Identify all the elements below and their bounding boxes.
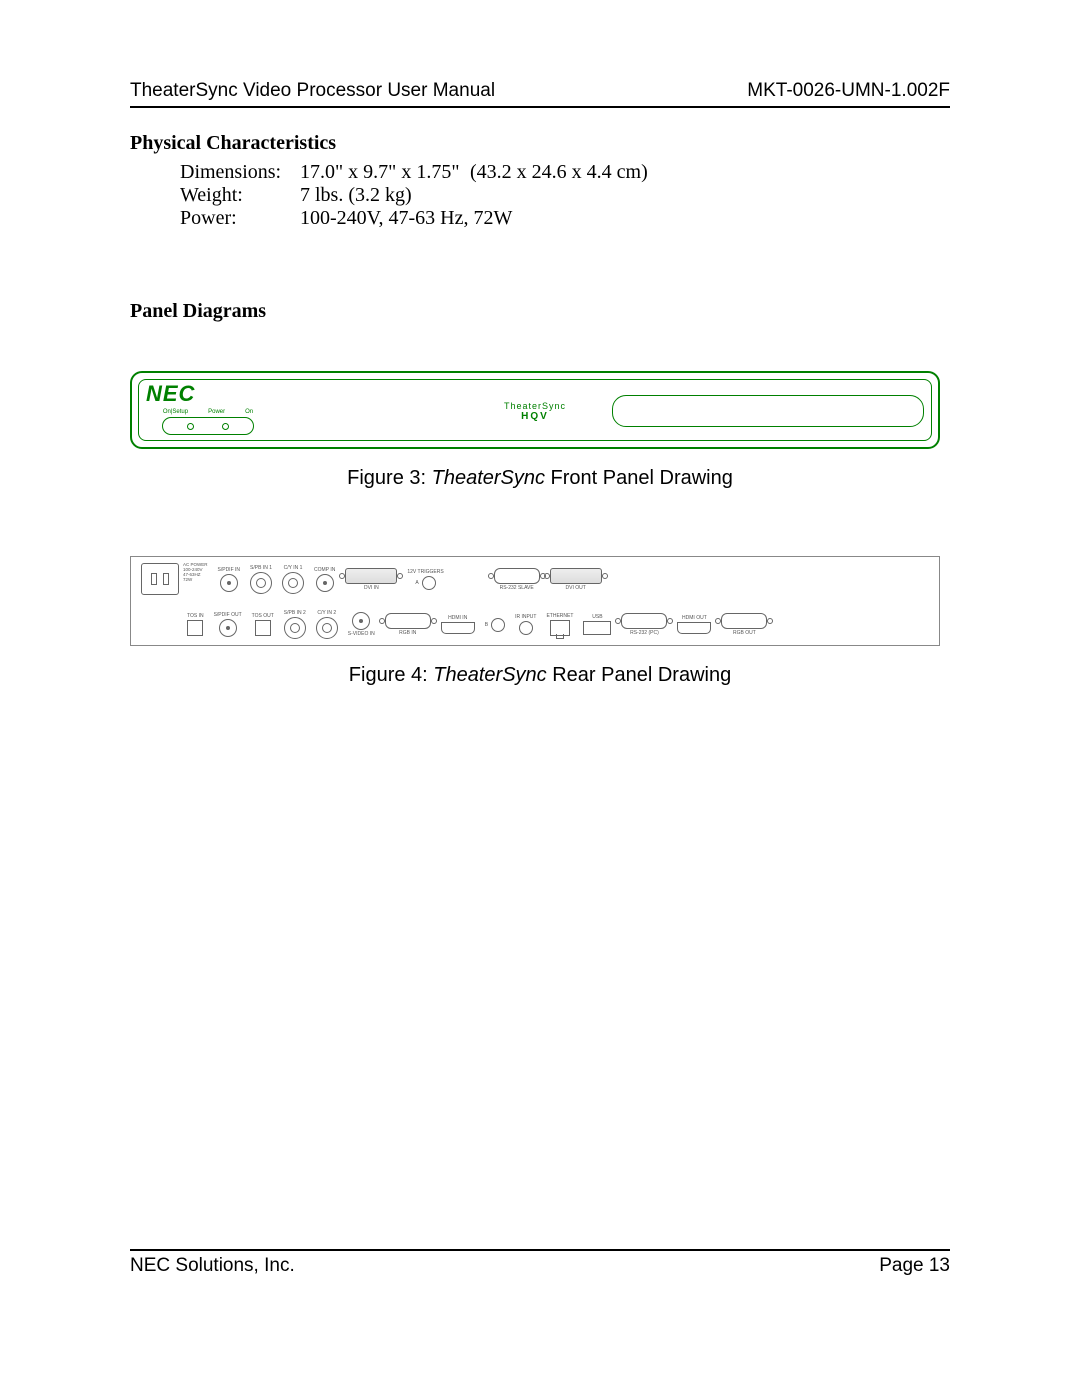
rear-panel-diagram: AC POWER 100-240V 47-63HZ 72W S/PDIF IN … <box>130 556 940 646</box>
led-icon <box>187 423 194 430</box>
vga-port-icon <box>385 613 431 629</box>
ethernet-port-icon <box>550 620 570 636</box>
port-label: S/PDIF IN <box>218 567 241 573</box>
toslink-port-icon <box>255 620 271 636</box>
port-label: A <box>415 580 418 586</box>
spec-label: Weight: <box>180 184 300 207</box>
usb-port-icon <box>583 621 611 635</box>
ac-spec: 72W <box>183 578 208 583</box>
port-label: IR INPUT <box>515 614 536 620</box>
port-label: COMP IN <box>314 567 335 573</box>
spec-label: Power: <box>180 207 300 230</box>
db9-port-icon <box>621 613 667 629</box>
port-label: DVI OUT <box>566 585 586 591</box>
caption-prefix: Figure 3: <box>347 467 431 489</box>
hdmi-port-icon <box>677 622 711 634</box>
section-physical-characteristics: Physical Characteristics <box>130 132 950 155</box>
spec-row-power: Power: 100-240V, 47-63 Hz, 72W <box>130 207 950 230</box>
label-on: On <box>245 409 253 415</box>
db9-port-icon <box>494 568 540 584</box>
rca-port-icon <box>316 574 334 592</box>
port-label: RGB OUT <box>733 630 756 636</box>
port-label: HDMI OUT <box>682 615 707 621</box>
figure4-caption: Figure 4: TheaterSync Rear Panel Drawing <box>130 664 950 687</box>
port-label: TOS IN <box>187 613 204 619</box>
rear-panel-row-bottom: TOS IN S/PDIF OUT TOS OUT S/PB IN 2 C/Y … <box>141 610 929 639</box>
port-label: RS-232 SLAVE <box>500 585 534 591</box>
footer-right: Page 13 <box>879 1255 950 1277</box>
brand-line1: TheaterSync <box>504 401 566 411</box>
label-power: Power <box>208 409 225 415</box>
rca-port-icon <box>219 619 237 637</box>
bnc-port-icon <box>316 617 338 639</box>
port-label: C/Y IN 2 <box>317 610 336 616</box>
port-label: ETHERNET <box>546 613 573 619</box>
port-label: S/PDIF OUT <box>214 612 242 618</box>
caption-suffix: Front Panel Drawing <box>545 467 733 489</box>
port-label: S/PB IN 1 <box>250 565 272 571</box>
ac-power-inlet-icon <box>141 563 179 595</box>
front-panel-button-pill <box>162 417 254 435</box>
led-icon <box>222 423 229 430</box>
port-label: B <box>485 622 488 628</box>
caption-italic: TheaterSync <box>432 467 545 489</box>
dvi-port-icon <box>345 568 397 584</box>
bnc-port-icon <box>282 572 304 594</box>
front-panel-controls: On|Setup Power On <box>162 409 254 435</box>
svideo-port-icon <box>352 612 370 630</box>
port-label: RS-232 (PC) <box>630 630 659 636</box>
spec-value: 100-240V, 47-63 Hz, 72W <box>300 207 512 230</box>
spec-value-metric: (43.2 x 24.6 x 4.4 cm) <box>470 161 648 184</box>
hdmi-port-icon <box>441 622 475 634</box>
spec-value: 7 lbs. (3.2 kg) <box>300 184 412 207</box>
spec-row-weight: Weight: 7 lbs. (3.2 kg) <box>130 184 950 207</box>
caption-italic: TheaterSync <box>433 664 546 686</box>
bnc-port-icon <box>250 572 272 594</box>
port-label: RGB IN <box>399 630 416 636</box>
port-label: USB <box>592 614 602 620</box>
front-panel-display <box>612 395 924 427</box>
brand-line2: HQV <box>504 411 566 422</box>
rca-port-icon <box>220 574 238 592</box>
port-label: 12V TRIGGERS <box>407 569 443 575</box>
label-on-setup: On|Setup <box>163 409 188 415</box>
ir-jack-icon <box>519 621 533 635</box>
rear-panel-row-top: AC POWER 100-240V 47-63HZ 72W S/PDIF IN … <box>141 563 929 595</box>
specs-block: Dimensions: 17.0" x 9.7" x 1.75" (43.2 x… <box>130 161 950 230</box>
front-panel-branding: TheaterSync HQV <box>504 401 566 422</box>
trigger-jack-icon <box>491 618 505 632</box>
ac-power-text: AC POWER 100-240V 47-63HZ 72W <box>183 563 208 583</box>
toslink-port-icon <box>187 620 203 636</box>
footer-left: NEC Solutions, Inc. <box>130 1255 295 1277</box>
header-right: MKT-0026-UMN-1.002F <box>747 80 950 102</box>
port-label: HDMI IN <box>448 615 467 621</box>
page-header: TheaterSync Video Processor User Manual … <box>130 80 950 108</box>
page-content: TheaterSync Video Processor User Manual … <box>130 80 950 1317</box>
caption-suffix: Rear Panel Drawing <box>547 664 732 686</box>
spec-value-imperial: 17.0" x 9.7" x 1.75" <box>300 161 470 184</box>
caption-prefix: Figure 4: <box>349 664 433 686</box>
nec-logo: NEC <box>146 381 195 407</box>
section-panel-diagrams: Panel Diagrams <box>130 300 950 323</box>
header-left: TheaterSync Video Processor User Manual <box>130 80 495 102</box>
bnc-port-icon <box>284 617 306 639</box>
front-panel-diagram: NEC On|Setup Power On TheaterSync HQV <box>130 371 940 449</box>
port-label: TOS OUT <box>252 613 274 619</box>
port-label: S-VIDEO IN <box>348 631 375 637</box>
spec-label: Dimensions: <box>180 161 300 184</box>
spec-row-dimensions: Dimensions: 17.0" x 9.7" x 1.75" (43.2 x… <box>130 161 950 184</box>
port-label: C/Y IN 1 <box>284 565 303 571</box>
port-label: DVI IN <box>364 585 379 591</box>
figure3-caption: Figure 3: TheaterSync Front Panel Drawin… <box>130 467 950 490</box>
vga-port-icon <box>721 613 767 629</box>
port-label: S/PB IN 2 <box>284 610 306 616</box>
dvi-port-icon <box>550 568 602 584</box>
trigger-jack-icon <box>422 576 436 590</box>
page-footer: NEC Solutions, Inc. Page 13 <box>130 1249 950 1277</box>
